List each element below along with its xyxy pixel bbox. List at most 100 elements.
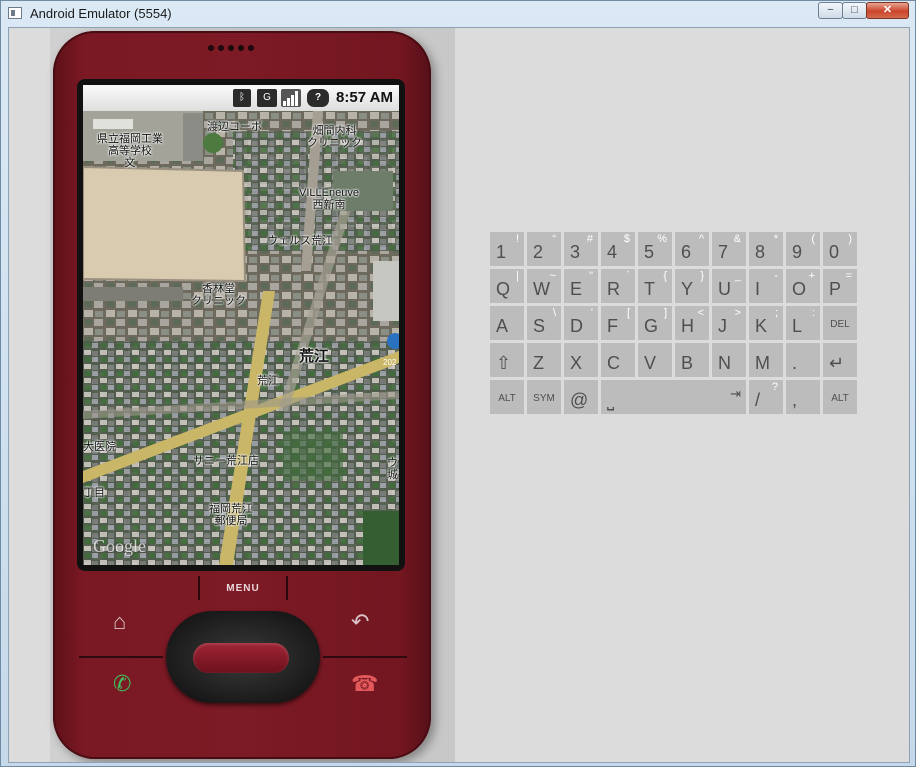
menu-button[interactable]: MENU (198, 576, 288, 600)
device-screen[interactable]: ᛒ G ? 8:57 AM 県立福岡工業 高等学校 文 渡辺コーポ 畑間内科 ク… (83, 85, 399, 565)
key-l[interactable]: L: (786, 306, 820, 340)
key-label: E (570, 279, 583, 299)
key-8[interactable]: 8 * (749, 232, 783, 266)
map-label-post-office[interactable]: 福岡荒江 郵便局 (209, 503, 253, 527)
key-label: W (533, 279, 550, 299)
map-label-villeneuve[interactable]: VILLEneuve 西新南 (299, 187, 359, 211)
key-label: 5 (644, 242, 655, 262)
key-h[interactable]: H < (675, 306, 709, 340)
key-space[interactable]: ⎵ ⇥ (601, 380, 746, 414)
window-controls: − □ ✕ (818, 2, 909, 20)
trackball-center-button[interactable] (193, 643, 289, 673)
key-alt-label: : (811, 307, 815, 319)
key-k[interactable]: K; (749, 306, 783, 340)
key-j[interactable]: J > (712, 306, 746, 340)
signal-icon (281, 89, 301, 107)
end-call-icon[interactable]: ☎ (351, 671, 378, 697)
key-alt-label: $ (623, 233, 630, 245)
key-alt-label: \ (552, 307, 556, 319)
map-label-hospital[interactable]: 大医院 (83, 441, 116, 453)
key-b[interactable]: B (675, 343, 709, 377)
key-d[interactable]: D ' (564, 306, 598, 340)
key-label: 2 (533, 242, 544, 262)
left-divider (79, 656, 163, 658)
key-c[interactable]: C (601, 343, 635, 377)
key-alt-label: _ (734, 270, 741, 282)
key-x[interactable]: X (564, 343, 598, 377)
minimize-button[interactable]: − (818, 2, 843, 19)
back-icon[interactable]: ↶ (351, 609, 369, 635)
key-alt-label: " (589, 270, 593, 282)
key-3[interactable]: 3 # (564, 232, 598, 266)
key-period[interactable]: . (786, 343, 820, 377)
key-f[interactable]: F[ (601, 306, 635, 340)
key-alt-label: - (774, 270, 778, 282)
satellite-map[interactable]: 県立福岡工業 高等学校文 渡辺コーポ 畑間内科 クリニック VILLEneuve 西新… (83, 111, 399, 565)
key-alt[interactable]: ALT (490, 380, 524, 414)
map-label-clinic-hatama[interactable]: 畑間内科 クリニック (307, 125, 362, 149)
key-i[interactable]: I- (749, 269, 783, 303)
key-alt-label: = (845, 270, 852, 282)
app-icon (8, 7, 22, 19)
key-label: Y (681, 279, 694, 299)
map-label-arae-district[interactable]: 荒江 (299, 349, 329, 364)
key-g[interactable]: G] (638, 306, 672, 340)
key-0[interactable]: 0) (823, 232, 857, 266)
key-4[interactable]: 4 $ (601, 232, 635, 266)
map-label-clinic-korindo[interactable]: 香林堂 クリニック (191, 283, 246, 307)
key-2[interactable]: 2 “ (527, 232, 561, 266)
map-label-edge[interactable]: ウ城 (387, 457, 398, 481)
key-label: K (755, 316, 768, 336)
key-m[interactable]: M (749, 343, 783, 377)
key-t[interactable]: T{ (638, 269, 672, 303)
key-a[interactable]: A (490, 306, 524, 340)
key-comma[interactable]: , (786, 380, 820, 414)
key-u[interactable]: U _ (712, 269, 746, 303)
key-n[interactable]: N (712, 343, 746, 377)
map-label-sunny-arae[interactable]: サニー荒江店 (193, 455, 259, 467)
key-1[interactable]: 1! (490, 232, 524, 266)
key-sym[interactable]: SYM (527, 380, 561, 414)
title-bar[interactable]: Android Emulator (5554) − □ ✕ (1, 1, 915, 27)
home-icon[interactable]: ⌂ (113, 609, 126, 635)
key-7[interactable]: 7 & (712, 232, 746, 266)
maximize-button[interactable]: □ (842, 2, 867, 19)
key-label: 8 (755, 242, 766, 262)
key-label: Q (496, 279, 511, 299)
map-label-watanabe[interactable]: 渡辺コーポ (207, 121, 262, 133)
key-enter[interactable]: ↵ (823, 343, 857, 377)
close-button[interactable]: ✕ (866, 2, 909, 19)
key-slash[interactable]: /? (749, 380, 783, 414)
key-w[interactable]: W ~ (527, 269, 561, 303)
key-label: C (607, 353, 620, 373)
key-shift[interactable]: ⇧ (490, 343, 524, 377)
route-202-badge: 202 (383, 358, 397, 367)
call-icon[interactable]: ✆ (113, 671, 131, 697)
key-at[interactable]: @ (564, 380, 598, 414)
key-e[interactable]: E " (564, 269, 598, 303)
key-v[interactable]: V (638, 343, 672, 377)
key-z[interactable]: Z (527, 343, 561, 377)
key-label: I (755, 279, 761, 299)
key-delete[interactable]: DEL (823, 306, 857, 340)
key-r[interactable]: R ` (601, 269, 635, 303)
status-bar: ᛒ G ? 8:57 AM (83, 85, 399, 111)
help-icon: ? (307, 89, 329, 107)
key-alt-label: ] (663, 307, 667, 319)
key-q[interactable]: Q | (490, 269, 524, 303)
key-6[interactable]: 6 ^ (675, 232, 709, 266)
key-alt-right[interactable]: ALT (823, 380, 857, 414)
key-s[interactable]: S \ (527, 306, 561, 340)
key-9[interactable]: 9( (786, 232, 820, 266)
key-o[interactable]: O + (786, 269, 820, 303)
map-label-school[interactable]: 県立福岡工業 高等学校文 (97, 133, 163, 169)
map-label-chome[interactable]: 丁目 (83, 487, 105, 499)
key-p[interactable]: P = (823, 269, 857, 303)
map-label-wealth-arae[interactable]: ウェルス荒江 (267, 235, 333, 247)
key-y[interactable]: Y} (675, 269, 709, 303)
key-5[interactable]: 5% (638, 232, 672, 266)
key-label: L (792, 316, 803, 336)
key-label: 3 (570, 242, 581, 262)
key-alt-label: ; (774, 307, 778, 319)
map-label-arae-station[interactable]: 荒江 (257, 375, 279, 387)
